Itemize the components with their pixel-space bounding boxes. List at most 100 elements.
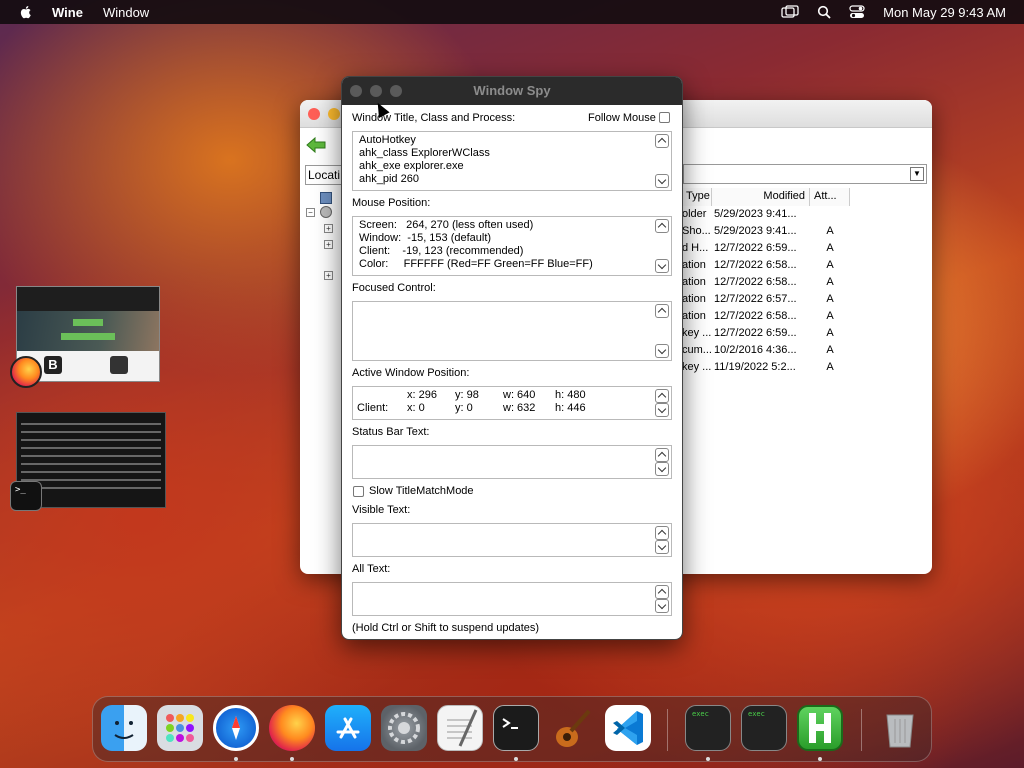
minimize-button[interactable] [370,85,382,97]
running-indicator [234,757,238,761]
thumbnail-green-button [73,319,103,326]
scroll-up-icon[interactable] [655,526,669,540]
close-button[interactable] [308,108,320,120]
app-name-menu[interactable]: Wine [52,5,83,20]
file-row[interactable]: Sho... 5/29/2023 9:41... A [682,225,850,242]
visible-text-label: Visible Text: [352,504,411,516]
location-label: Locati [305,165,345,185]
tree-expand-icon[interactable]: + [324,271,333,280]
all-text-label: All Text: [352,563,391,575]
menubar-right: Mon May 29 9:43 AM [781,0,1006,24]
minimize-button[interactable] [328,108,340,120]
file-row[interactable]: key ... 11/19/2022 5:2... A [682,361,850,378]
system-settings-icon[interactable] [381,705,427,751]
scroll-up-icon[interactable] [655,389,669,403]
textedit-icon[interactable] [437,705,483,751]
exec-label: exec [748,710,765,718]
scroll-down-icon[interactable] [655,599,669,613]
scroll-down-icon[interactable] [655,403,669,417]
status-bar-text-label: Status Bar Text: [352,426,430,438]
tree-expand-icon[interactable]: + [324,224,333,233]
launchpad-icon[interactable] [157,705,203,751]
scroll-down-icon[interactable] [655,344,669,358]
zoom-button[interactable] [390,85,402,97]
scroll-up-icon[interactable] [655,585,669,599]
file-row[interactable]: cum... 10/2/2016 4:36... A [682,344,850,361]
terminal-icon[interactable] [493,705,539,751]
drive-icon [320,206,332,218]
window-spy-window[interactable]: Window Spy Window Title, Class and Proce… [341,76,683,640]
thumbnail-toolbar [17,287,159,311]
window-spy-titlebar[interactable]: Window Spy [342,77,682,105]
scroll-down-icon[interactable] [655,259,669,273]
column-type[interactable]: Type [682,188,712,206]
firefox-icon[interactable] [10,356,42,388]
window-position-row: x: 296 y: 98 w: 640 h: 480 [407,389,586,401]
safari-icon[interactable] [213,705,259,751]
file-row[interactable]: ation 12/7/2022 6:58... A [682,259,850,276]
terminal-prompt: >_ [15,485,26,495]
computer-icon [320,192,332,204]
scroll-up-icon[interactable] [655,304,669,318]
vscode-icon[interactable] [605,705,651,751]
column-modified[interactable]: Modified [712,188,810,206]
mouse-position-field[interactable]: Screen: 264, 270 (less often used) Windo… [352,216,672,276]
file-row[interactable]: older 5/29/2023 9:41... [682,208,850,225]
menu-bar: Wine Window Mon May 29 9:43 AM [0,0,1024,24]
focused-control-field[interactable] [352,301,672,361]
follow-mouse-label: Follow Mouse [588,112,656,124]
tree-expand-icon[interactable]: + [324,240,333,249]
file-row[interactable]: ation 12/7/2022 6:58... A [682,276,850,293]
file-row[interactable]: key ... 12/7/2022 6:59... A [682,327,850,344]
app-store-icon[interactable] [325,705,371,751]
client-position-row: Client: x: 0 y: 0 w: 632 h: 446 [357,402,586,414]
address-combobox[interactable]: ▼ [683,164,927,184]
all-text-field[interactable] [352,582,672,616]
scroll-down-icon[interactable] [655,540,669,554]
close-button[interactable] [350,85,362,97]
back-arrow-icon[interactable] [306,136,326,154]
window-app-icon[interactable] [110,356,128,374]
slow-titlematchmode-checkbox[interactable] [353,486,364,497]
slow-titlematchmode-label: Slow TitleMatchMode [369,485,474,497]
apple-menu-icon[interactable] [18,4,34,20]
column-attributes[interactable]: Att... [810,188,850,206]
window-info-field[interactable]: AutoHotkey ahk_class ExplorerWClass ahk_… [352,131,672,191]
file-row[interactable]: d H... 12/7/2022 6:59... A [682,242,850,259]
scroll-down-icon[interactable] [655,174,669,188]
scroll-up-icon[interactable] [655,448,669,462]
scroll-up-icon[interactable] [655,134,669,148]
status-bar-text-field[interactable] [352,445,672,479]
running-indicator [706,757,710,761]
exec-icon[interactable]: exec [741,705,787,751]
finder-icon[interactable] [101,705,147,751]
scroll-up-icon[interactable] [655,219,669,233]
running-indicator [514,757,518,761]
file-row[interactable]: ation 12/7/2022 6:58... A [682,310,850,327]
active-window-position-field[interactable]: x: 296 y: 98 w: 640 h: 480 Client: x: 0 … [352,386,672,420]
thumbnail-hero-image [17,311,159,351]
screen-mirroring-icon[interactable] [781,5,799,19]
follow-mouse-checkbox[interactable] [659,112,670,123]
running-indicator [818,757,822,761]
chevron-down-icon[interactable]: ▼ [910,167,924,181]
tree-collapse-icon[interactable]: − [306,208,315,217]
footer-hint: (Hold Ctrl or Shift to suspend updates) [352,622,540,634]
window-spy-content: Window Title, Class and Process: Follow … [342,105,682,639]
b-app-icon[interactable]: B [44,356,62,374]
terminal-icon[interactable]: >_ [10,481,42,511]
exec-icon[interactable]: exec [685,705,731,751]
scroll-down-icon[interactable] [655,462,669,476]
spotlight-search-icon[interactable] [817,5,831,19]
control-center-icon[interactable] [849,5,865,19]
window-menu[interactable]: Window [103,5,149,20]
file-row[interactable]: ation 12/7/2022 6:57... A [682,293,850,310]
wine-h-icon[interactable] [797,705,843,751]
garageband-icon[interactable] [549,705,595,751]
firefox-icon[interactable] [269,705,315,751]
running-indicator [290,757,294,761]
menubar-clock[interactable]: Mon May 29 9:43 AM [883,5,1006,20]
window-title: Window Spy [473,83,551,98]
trash-icon[interactable] [877,705,923,751]
visible-text-field[interactable] [352,523,672,557]
